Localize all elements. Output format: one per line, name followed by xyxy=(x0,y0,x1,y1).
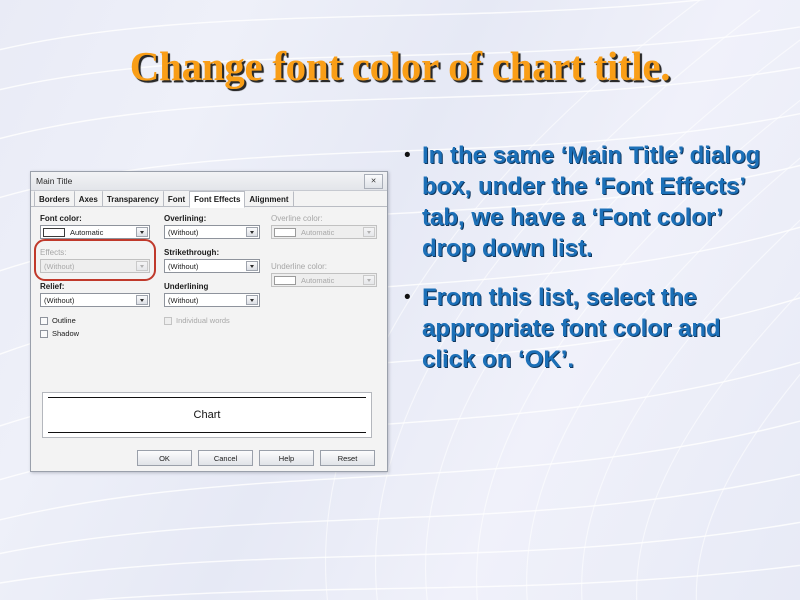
effects-label: Effects: xyxy=(40,248,67,257)
overline-color-dropdown: Automatic xyxy=(271,225,377,239)
outline-label: Outline xyxy=(52,316,76,325)
color-swatch xyxy=(274,228,296,237)
bullet-dot-icon: • xyxy=(404,145,411,166)
tab-axes[interactable]: Axes xyxy=(73,191,103,207)
shadow-checkbox[interactable] xyxy=(40,329,48,338)
dialog-column-right: Overline color: Automatic Underline colo… xyxy=(271,214,377,296)
dialog-body: Font color: Automatic Effects: (Without)… xyxy=(31,207,387,445)
relief-dropdown[interactable]: (Without) xyxy=(40,293,150,307)
overlining-label: Overlining: xyxy=(164,214,207,223)
color-swatch xyxy=(43,228,65,237)
chevron-down-icon xyxy=(363,227,375,237)
outline-checkbox[interactable] xyxy=(40,316,48,325)
strikethrough-dropdown[interactable]: (Without) xyxy=(164,259,260,273)
preview-text: Chart xyxy=(48,409,366,421)
font-color-value: Automatic xyxy=(70,228,104,237)
underline-color-label: Underline color: xyxy=(271,262,328,271)
help-button[interactable]: Help xyxy=(259,449,314,466)
relief-label: Relief: xyxy=(40,282,65,291)
color-swatch xyxy=(274,276,296,285)
list-item: • From this list, select the appropriate… xyxy=(404,282,780,375)
dialog-footer: OK Cancel Help Reset xyxy=(31,444,387,471)
chevron-down-icon[interactable] xyxy=(246,261,258,271)
chevron-down-icon[interactable] xyxy=(136,295,148,305)
individual-words-checkbox xyxy=(164,316,172,325)
dialog-titlebar: Main Title ✕ xyxy=(31,172,387,191)
close-icon[interactable]: ✕ xyxy=(364,174,383,189)
dialog-tab-bar: Borders Axes Transparency Font Font Effects A… xyxy=(31,191,387,208)
bullet-list: • In the same ‘Main Title’ dialog box, u… xyxy=(404,140,780,393)
cancel-button[interactable]: Cancel xyxy=(198,449,253,466)
relief-value: (Without) xyxy=(44,296,75,305)
strikethrough-value: (Without) xyxy=(168,262,199,271)
chevron-down-icon[interactable] xyxy=(136,227,148,237)
shadow-checkbox-row[interactable]: Shadow xyxy=(40,329,150,338)
main-title-dialog: Main Title ✕ Borders Axes Transparency Font… xyxy=(30,171,388,472)
outline-checkbox-row[interactable]: Outline xyxy=(40,316,150,325)
ok-button[interactable]: OK xyxy=(137,449,192,466)
preview-text-value: Chart xyxy=(192,409,222,421)
effects-dropdown: (Without) xyxy=(40,259,150,273)
underline-color-value: Automatic xyxy=(301,276,335,285)
overlining-dropdown[interactable]: (Without) xyxy=(164,225,260,239)
dialog-column-middle: Overlining: (Without) Strikethrough: (Wi… xyxy=(164,214,260,329)
dialog-column-left: Font color: Automatic Effects: (Without)… xyxy=(40,214,150,342)
underlining-label: Underlining xyxy=(164,282,209,291)
overline-color-label: Overline color: xyxy=(271,214,323,223)
tab-font[interactable]: Font xyxy=(162,191,191,207)
tab-borders[interactable]: Borders xyxy=(34,191,75,207)
font-color-dropdown[interactable]: Automatic xyxy=(40,225,150,239)
overlining-value: (Without) xyxy=(168,228,199,237)
bullet-text: In the same ‘Main Title’ dialog box, und… xyxy=(422,142,761,262)
tab-alignment[interactable]: Alignment xyxy=(244,191,294,207)
page-title: Change font color of chart title. xyxy=(129,43,671,89)
tab-transparency[interactable]: Transparency xyxy=(101,191,164,207)
underlining-value: (Without) xyxy=(168,296,199,305)
font-color-label: Font color: xyxy=(40,214,82,223)
tab-font-effects[interactable]: Font Effects xyxy=(189,191,246,208)
reset-button[interactable]: Reset xyxy=(320,449,375,466)
font-preview-pane: Chart xyxy=(42,392,372,438)
list-item: • In the same ‘Main Title’ dialog box, u… xyxy=(404,140,780,264)
slide-canvas: Change font color of chart title. • In t… xyxy=(0,0,800,600)
effects-value: (Without) xyxy=(44,262,75,271)
bullet-text: From this list, select the appropriate f… xyxy=(422,284,721,373)
individual-words-checkbox-row: Individual words xyxy=(164,316,260,325)
preview-frame: Chart xyxy=(48,397,366,433)
dialog-title: Main Title xyxy=(36,176,73,186)
chevron-down-icon xyxy=(363,275,375,285)
shadow-label: Shadow xyxy=(52,329,80,338)
underline-color-dropdown: Automatic xyxy=(271,273,377,287)
individual-words-label: Individual words xyxy=(176,316,230,325)
chevron-down-icon[interactable] xyxy=(246,227,258,237)
bullet-dot-icon: • xyxy=(404,287,411,308)
underlining-dropdown[interactable]: (Without) xyxy=(164,293,260,307)
overline-color-value: Automatic xyxy=(301,228,335,237)
chevron-down-icon xyxy=(136,261,148,271)
strikethrough-label: Strikethrough: xyxy=(164,248,220,257)
chevron-down-icon[interactable] xyxy=(246,295,258,305)
